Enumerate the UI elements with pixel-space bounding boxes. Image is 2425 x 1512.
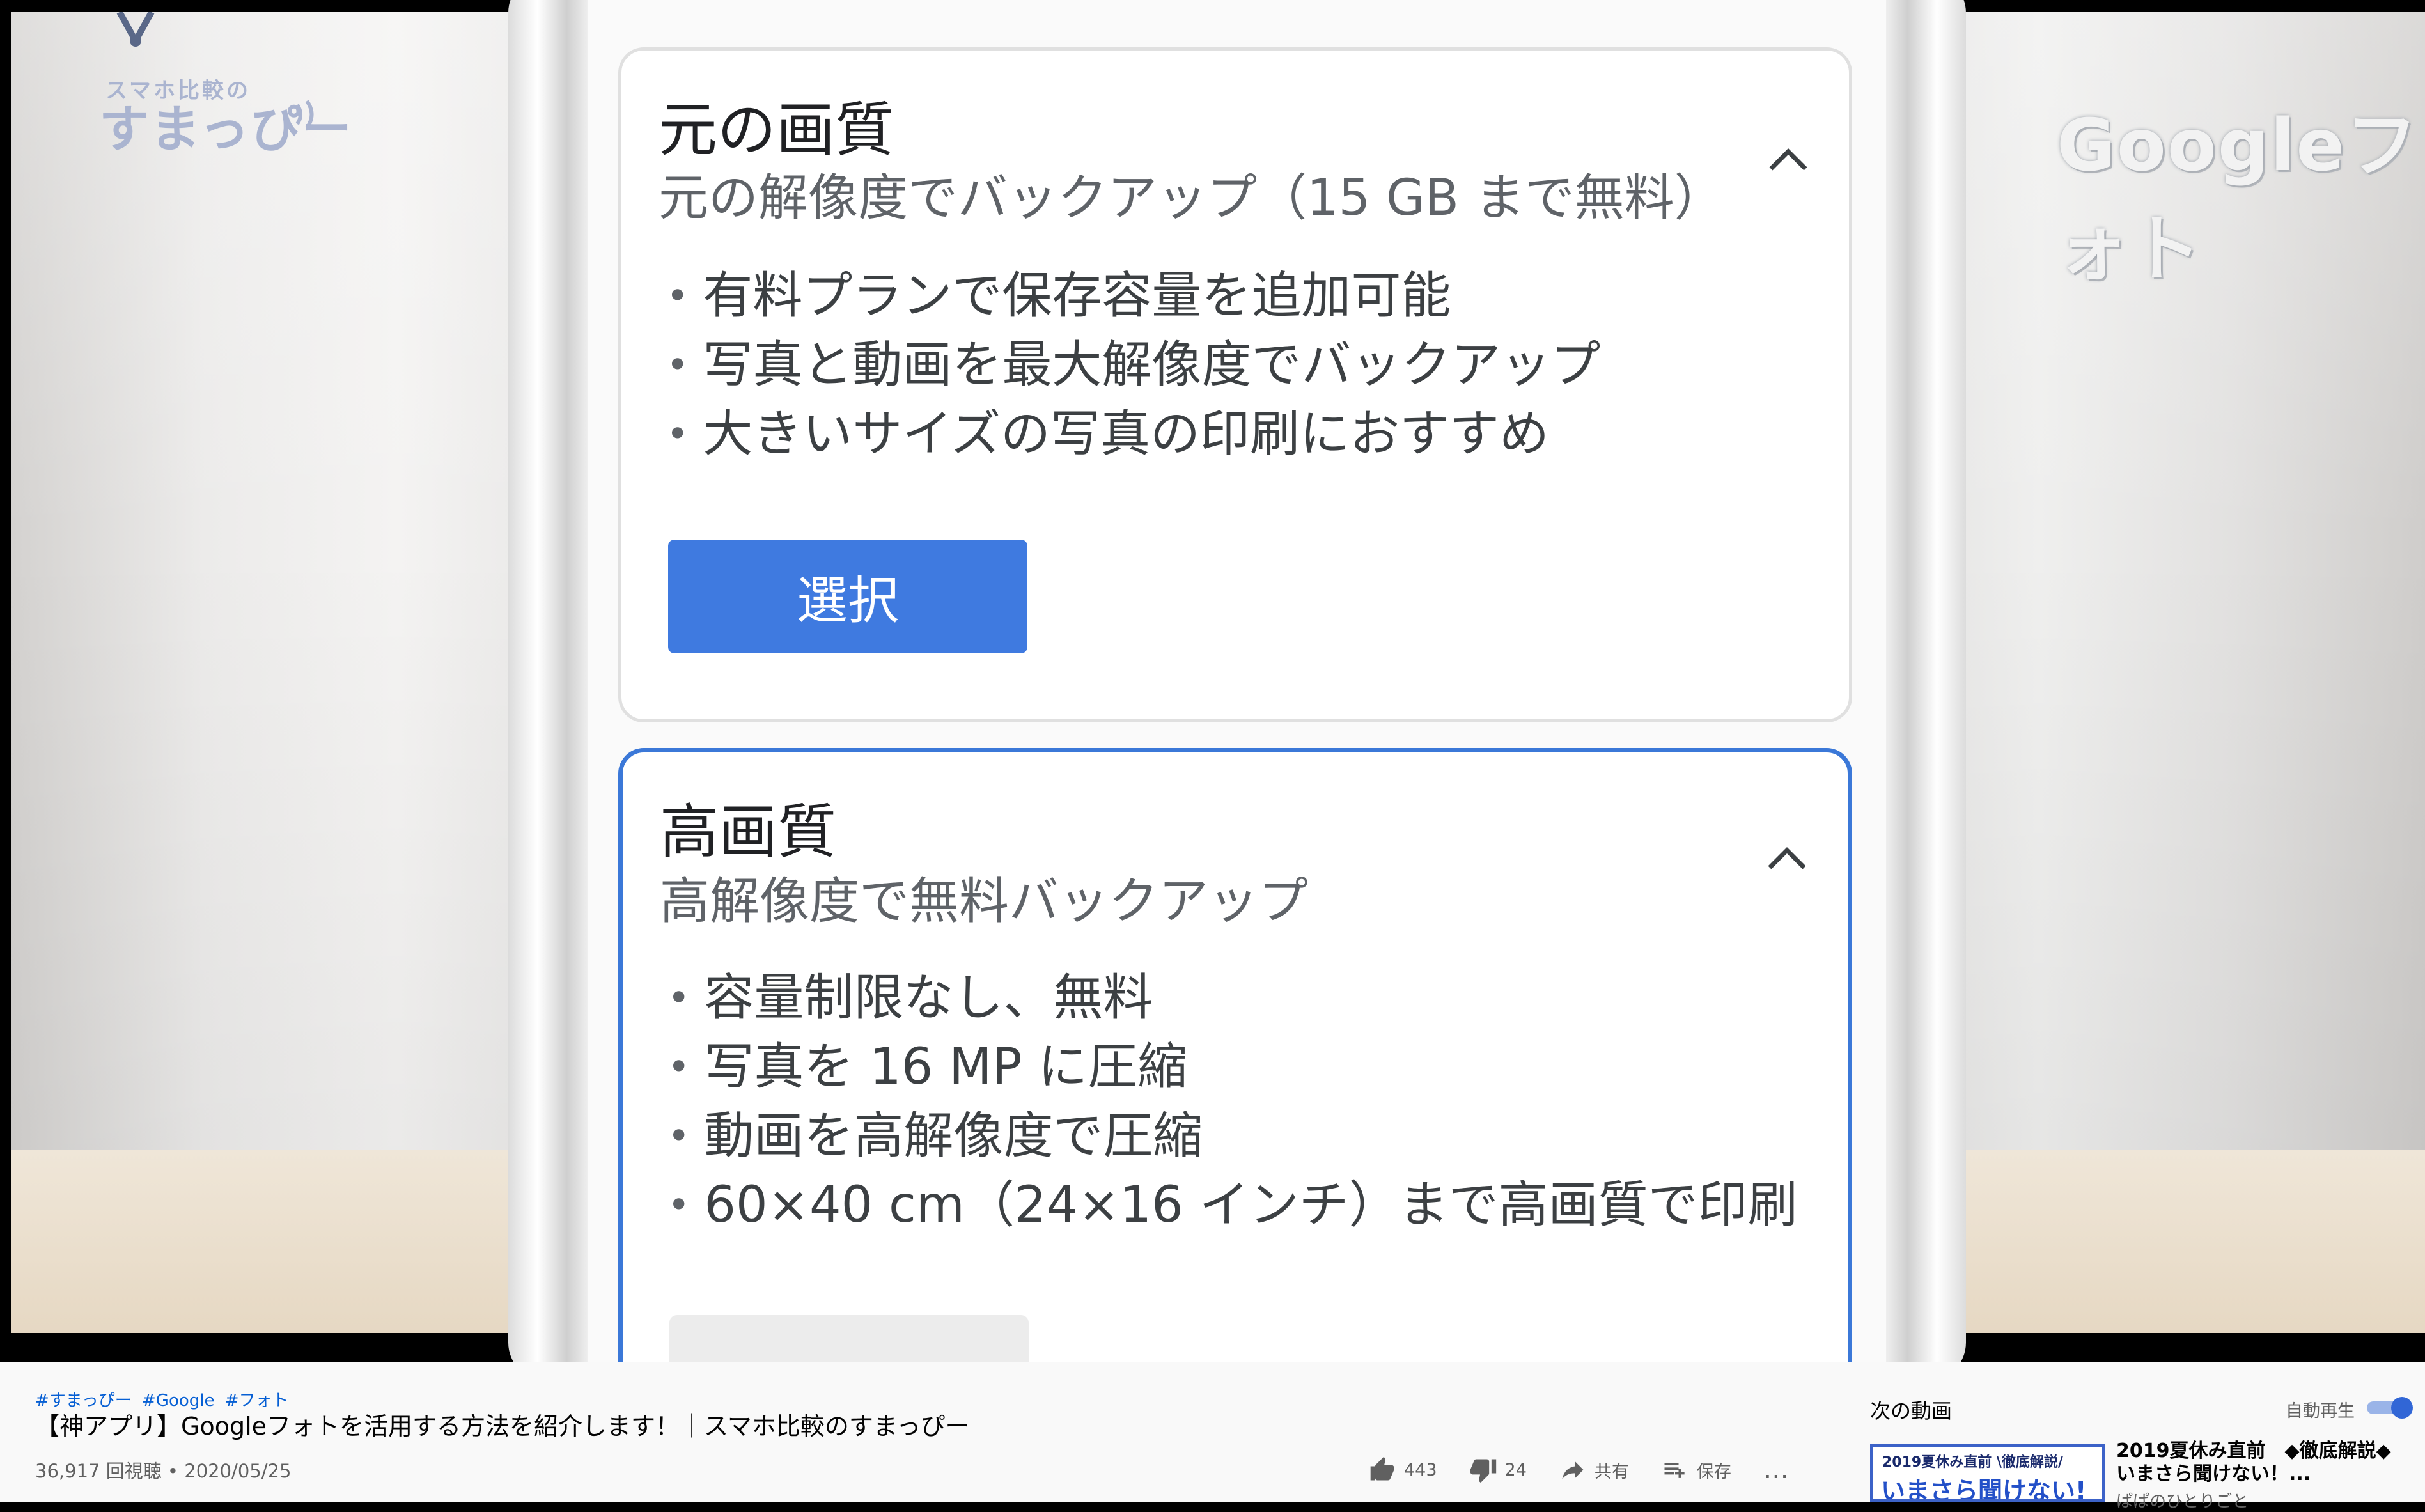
dislike-button[interactable]: 24 xyxy=(1469,1456,1527,1484)
card-title: 高画質 xyxy=(660,798,837,866)
like-count: 443 xyxy=(1404,1460,1437,1480)
thumbs-down-icon xyxy=(1470,1459,1496,1483)
video-metadata: #すまっぴー #Google #フォト 【神アプリ】Googleフォトを活用する… xyxy=(0,1362,2425,1511)
list-item: 大きいサイズの写真の印刷におすすめ xyxy=(666,400,1600,469)
list-item: 60×40 cm（24×16 インチ）まで高画質で印刷 xyxy=(667,1171,1797,1240)
upload-date: 2020/05/25 xyxy=(184,1460,292,1482)
video-player[interactable]: スマホ比較の すまっぴー Googleフォト 元の画質 元の解像度でバックアップ… xyxy=(0,0,2425,1362)
view-count: 36,917 回視聴 xyxy=(35,1460,162,1482)
action-bar: 443 24 共有 保存 … xyxy=(1368,1455,1821,1485)
share-label: 共有 xyxy=(1594,1461,1629,1482)
select-button[interactable]: 選択 xyxy=(668,540,1027,653)
next-video-thumbnail[interactable]: 2019夏休み直前 \徹底解説/ いまさら聞けない! xyxy=(1870,1444,2105,1502)
dislike-count: 24 xyxy=(1504,1460,1527,1480)
channel-logo: スマホ比較の すまっぴー xyxy=(99,73,353,157)
list-item: 写真を 16 MP に圧縮 xyxy=(667,1033,1798,1102)
playlist-add-icon xyxy=(1664,1463,1685,1478)
chevron-up-icon[interactable] xyxy=(1766,143,1811,175)
chevron-up-icon[interactable] xyxy=(1765,842,1809,874)
signal-waves-icon xyxy=(295,100,314,129)
list-item: 容量制限なし、無料 xyxy=(667,963,1798,1033)
list-item: 写真と動画を最大解像度でバックアップ xyxy=(666,331,1600,400)
next-video-title[interactable]: 2019夏休み直前 ◆徹底解説◆ いまさら聞けない！... xyxy=(2116,1440,2417,1486)
more-actions-button[interactable]: … xyxy=(1763,1455,1789,1485)
up-next-heading: 次の動画 xyxy=(1870,1399,1953,1423)
thumbnail-caption: 2019夏休み直前 \徹底解説/ xyxy=(1882,1454,2063,1470)
feature-list: 容量制限なし、無料 写真を 16 MP に圧縮 動画を高解像度で圧縮 60×40… xyxy=(667,963,1798,1240)
feature-list: 有料プランで保存容量を追加可能 写真と動画を最大解像度でバックアップ 大きいサイ… xyxy=(666,261,1600,469)
video-stats: 36,917 回視聴 • 2020/05/25 xyxy=(35,1456,291,1483)
original-quality-card[interactable]: 元の画質 元の解像度でバックアップ（15 GB まで無料） 有料プランで保存容量… xyxy=(618,47,1852,722)
list-item: 有料プランで保存容量を追加可能 xyxy=(666,261,1600,331)
share-button[interactable]: 共有 xyxy=(1559,1456,1629,1484)
autoplay-label: 自動再生 xyxy=(2286,1401,2355,1421)
save-button[interactable]: 保存 xyxy=(1661,1456,1731,1484)
thumbnail-headline: いまさら聞けない! xyxy=(1881,1477,2087,1502)
save-label: 保存 xyxy=(1696,1461,1731,1482)
card-subtitle: 元の解像度でバックアップ（15 GB まで無料） xyxy=(659,169,1724,227)
high-quality-card[interactable]: 高画質 高解像度で無料バックアップ 容量制限なし、無料 写真を 16 MP に圧… xyxy=(618,748,1852,1362)
next-video-channel[interactable]: ぱぱのひとりごと xyxy=(2116,1488,2249,1512)
video-title: 【神アプリ】Googleフォトを活用する方法を紹介します！｜スマホ比較のすまっぴ… xyxy=(35,1412,970,1440)
select-button-partial[interactable] xyxy=(669,1315,1029,1362)
like-button[interactable]: 443 xyxy=(1368,1456,1437,1484)
share-arrow-icon xyxy=(1562,1461,1584,1479)
more-icon: … xyxy=(1763,1455,1789,1485)
list-item: 動画を高解像度で圧縮 xyxy=(667,1102,1798,1171)
autoplay-toggle[interactable] xyxy=(2366,1396,2413,1419)
stats-separator: • xyxy=(167,1460,179,1482)
thumbs-up-icon xyxy=(1370,1456,1394,1481)
card-subtitle: 高解像度で無料バックアップ xyxy=(660,873,1309,930)
card-title: 元の画質 xyxy=(659,96,894,164)
antenna-icon xyxy=(116,12,155,47)
brand-watermark: Googleフォト xyxy=(2057,104,2419,291)
